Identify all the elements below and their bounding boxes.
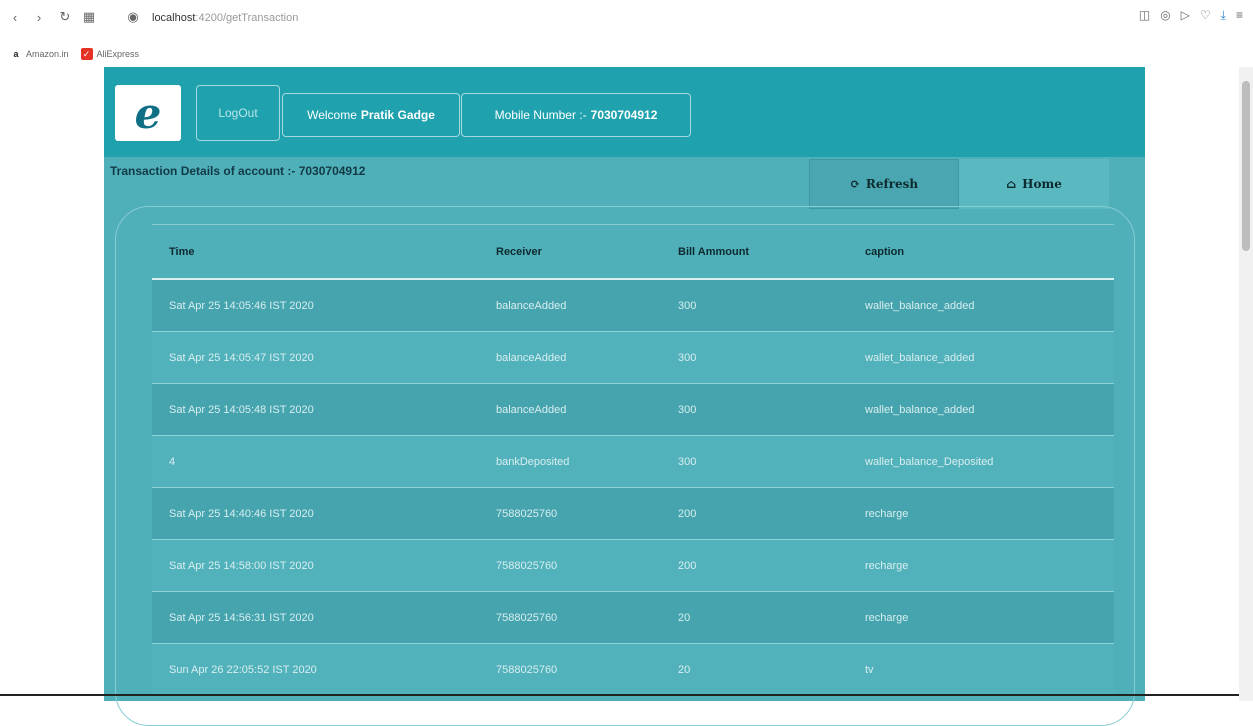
- mobile-number: 7030704912: [590, 108, 658, 122]
- refresh-icon: ⟳: [849, 177, 860, 191]
- bookmark-label: Amazon.in: [26, 48, 69, 59]
- camera-icon[interactable]: ◫: [1139, 8, 1150, 23]
- reload-icon[interactable]: ↻: [56, 8, 74, 26]
- table-row: Sat Apr 25 14:05:48 IST 2020 balanceAdde…: [152, 383, 1114, 436]
- cell-time: Sat Apr 25 14:05:48 IST 2020: [152, 383, 479, 436]
- table-row: Sun Apr 26 22:05:52 IST 2020 7588025760 …: [152, 643, 1114, 696]
- cell-receiver: 7588025760: [479, 643, 661, 696]
- site-info-icon[interactable]: ◉: [124, 8, 142, 26]
- logout-button[interactable]: LogOut: [196, 85, 280, 141]
- cell-time: Sat Apr 25 14:05:46 IST 2020: [152, 279, 479, 332]
- home-label: Home: [1022, 177, 1062, 191]
- refresh-label: Refresh: [865, 177, 919, 191]
- url-path: :4200/getTransaction: [195, 12, 299, 24]
- table-row: Sat Apr 25 14:05:46 IST 2020 balanceAdde…: [152, 279, 1114, 332]
- download-icon[interactable]: ⤓: [1221, 8, 1226, 23]
- cell-time: Sat Apr 25 14:05:47 IST 2020: [152, 331, 479, 384]
- cell-time: Sat Apr 25 14:40:46 IST 2020: [152, 487, 479, 540]
- forward-icon[interactable]: ›: [30, 8, 48, 26]
- shield-icon[interactable]: ◎: [1160, 8, 1170, 23]
- mobile-prefix: Mobile Number :-: [494, 108, 587, 122]
- cell-amount: 300: [661, 383, 848, 436]
- cell-amount: 300: [661, 435, 848, 488]
- cell-receiver: balanceAdded: [479, 383, 661, 436]
- cell-receiver: balanceAdded: [479, 279, 661, 332]
- cell-caption: wallet_balance_added: [848, 331, 1114, 384]
- column-header-receiver: Receiver: [479, 224, 661, 280]
- cell-time: Sat Apr 25 14:58:00 IST 2020: [152, 539, 479, 592]
- cell-receiver: 7588025760: [479, 487, 661, 540]
- column-header-time: Time: [152, 224, 479, 280]
- column-header-caption: caption: [848, 224, 1114, 280]
- back-icon[interactable]: ‹: [6, 8, 24, 26]
- page-title: Transaction Details of account :- 703070…: [110, 164, 366, 178]
- cell-receiver: balanceAdded: [479, 331, 661, 384]
- table-header-row: Time Receiver Bill Ammount caption: [152, 224, 1114, 280]
- cell-caption: recharge: [848, 591, 1114, 644]
- home-icon: ⌂: [1006, 177, 1017, 191]
- page-scrollbar[interactable]: [1239, 67, 1253, 701]
- cell-caption: recharge: [848, 539, 1114, 592]
- app-container: e LogOut Welcome Pratik Gadge Mobile Num…: [104, 67, 1145, 726]
- cell-caption: wallet_balance_added: [848, 383, 1114, 436]
- cell-amount: 200: [661, 487, 848, 540]
- welcome-badge: Welcome Pratik Gadge: [282, 93, 460, 137]
- heart-icon[interactable]: ♡: [1200, 8, 1211, 23]
- user-name: Pratik Gadge: [360, 108, 435, 122]
- bookmark-aliexpress[interactable]: ✓ AliExpress: [80, 47, 140, 60]
- divider: [0, 694, 1239, 696]
- address-bar[interactable]: localhost:4200/getTransaction: [152, 9, 298, 27]
- menu-icon[interactable]: ≡: [1236, 8, 1243, 23]
- mobile-badge: Mobile Number :- 7030704912: [461, 93, 691, 137]
- bookmark-amazon[interactable]: a Amazon.in: [10, 47, 69, 60]
- refresh-button[interactable]: ⟳ Refresh: [809, 159, 959, 209]
- url-host: localhost: [152, 12, 196, 24]
- browser-toolbar: ‹ › ↻ ▦ ◉ localhost:4200/getTransaction …: [0, 0, 1253, 40]
- bookmark-label: AliExpress: [96, 48, 140, 59]
- play-icon[interactable]: ▷: [1181, 8, 1190, 23]
- table-row: Sat Apr 25 14:56:31 IST 2020 7588025760 …: [152, 591, 1114, 644]
- app-header: e LogOut Welcome Pratik Gadge Mobile Num…: [104, 67, 1145, 157]
- logo: e: [115, 85, 181, 141]
- welcome-prefix: Welcome: [307, 108, 357, 122]
- scrollbar-thumb[interactable]: [1242, 81, 1250, 251]
- cell-caption: tv: [848, 643, 1114, 696]
- cell-amount: 200: [661, 539, 848, 592]
- cell-caption: recharge: [848, 487, 1114, 540]
- home-button[interactable]: ⌂ Home: [959, 159, 1109, 209]
- amazon-icon: a: [10, 47, 22, 60]
- cell-receiver: 7588025760: [479, 539, 661, 592]
- table-row: Sat Apr 25 14:40:46 IST 2020 7588025760 …: [152, 487, 1114, 540]
- aliexpress-icon: ✓: [80, 47, 93, 60]
- bookmarks-bar: a Amazon.in ✓ AliExpress: [0, 40, 1253, 67]
- cell-amount: 20: [661, 591, 848, 644]
- transactions-table: Time Receiver Bill Ammount caption Sat A…: [152, 224, 1114, 696]
- cell-amount: 300: [661, 331, 848, 384]
- cell-time: Sat Apr 25 14:56:31 IST 2020: [152, 591, 479, 644]
- cell-amount: 20: [661, 643, 848, 696]
- table-row: Sat Apr 25 14:58:00 IST 2020 7588025760 …: [152, 539, 1114, 592]
- cell-time: Sun Apr 26 22:05:52 IST 2020: [152, 643, 479, 696]
- cell-receiver: 7588025760: [479, 591, 661, 644]
- cell-time: 4: [152, 435, 479, 488]
- grid-icon[interactable]: ▦: [80, 8, 98, 26]
- cell-caption: wallet_balance_Deposited: [848, 435, 1114, 488]
- cell-amount: 300: [661, 279, 848, 332]
- cell-caption: wallet_balance_added: [848, 279, 1114, 332]
- cell-receiver: bankDeposited: [479, 435, 661, 488]
- table-row: Sat Apr 25 14:05:47 IST 2020 balanceAdde…: [152, 331, 1114, 384]
- table-row: 4 bankDeposited 300 wallet_balance_Depos…: [152, 435, 1114, 488]
- column-header-bill-amount: Bill Ammount: [661, 224, 848, 280]
